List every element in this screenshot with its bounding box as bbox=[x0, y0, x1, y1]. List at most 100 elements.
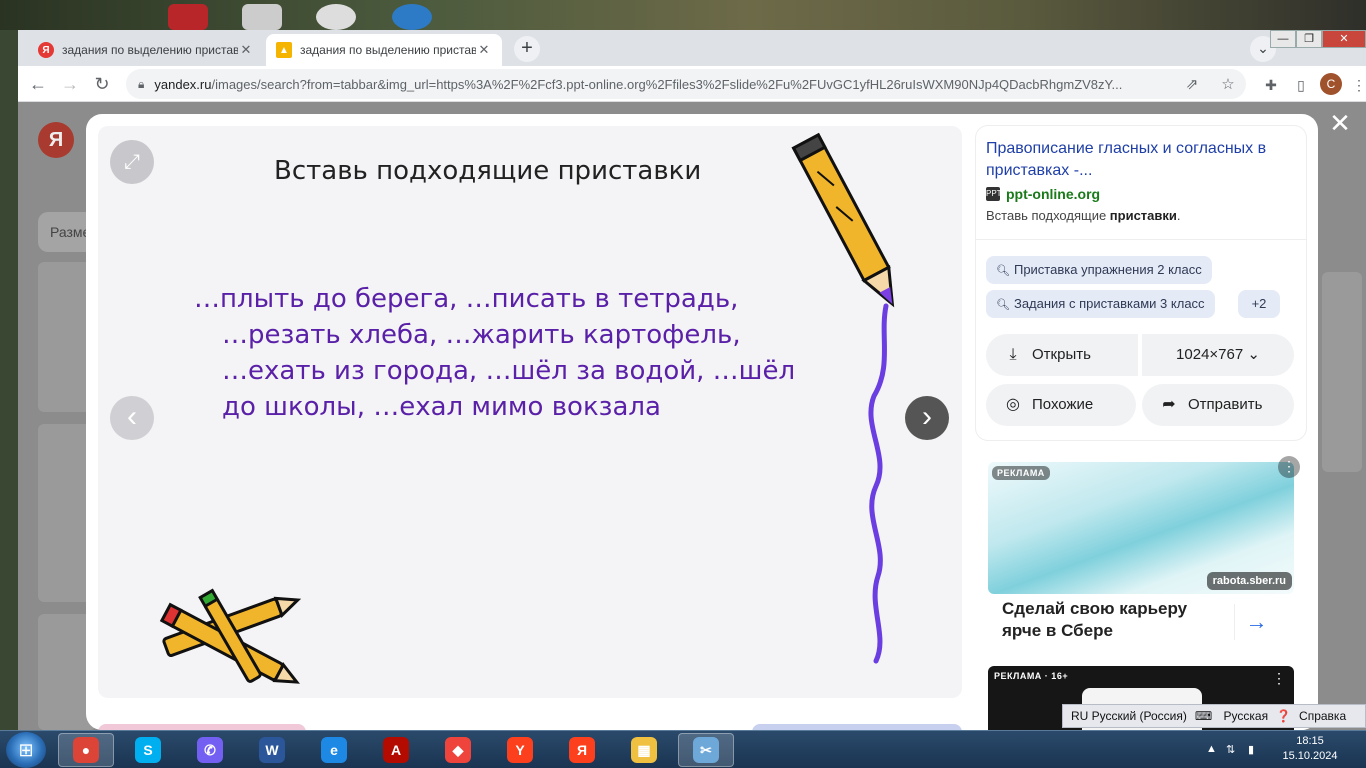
snipping-tool-icon: ✂ bbox=[693, 737, 719, 763]
arrow-right-icon[interactable]: → bbox=[1234, 604, 1278, 640]
input-language[interactable]: RU Русский (Россия) bbox=[1071, 709, 1187, 723]
related-query-chip[interactable]: 🔍︎ Приставка упражнения 2 класс bbox=[986, 256, 1212, 284]
window-close-button[interactable]: ✕ bbox=[1322, 30, 1366, 48]
advertisement-card[interactable]: РЕКЛАМА rabota.sber.ru ⋮ Сделай свою кар… bbox=[976, 452, 1306, 660]
yandex-logo[interactable]: Я bbox=[38, 122, 74, 158]
side-panel-icon[interactable]: ▯ bbox=[1290, 74, 1312, 96]
clock-date: 15.10.2024 bbox=[1282, 750, 1338, 762]
menu-kebab-icon[interactable]: ⋮ bbox=[1348, 74, 1366, 96]
taskbar-yandex-browser[interactable]: Y bbox=[492, 733, 548, 767]
taskbar-anydesk[interactable]: ◆ bbox=[430, 733, 486, 767]
taskbar-yandex[interactable]: Я bbox=[554, 733, 610, 767]
more-chips-button[interactable]: +2 bbox=[1238, 290, 1280, 318]
clock[interactable]: 18:15 15.10.2024 bbox=[1280, 734, 1340, 764]
minimize-button[interactable]: — bbox=[1270, 30, 1296, 48]
desc-text: Вставь подходящие bbox=[986, 208, 1110, 223]
ad-image[interactable]: РЕКЛАМА rabota.sber.ru bbox=[988, 462, 1294, 594]
clock-time: 18:15 bbox=[1296, 735, 1324, 747]
result-thumbnail[interactable] bbox=[1322, 272, 1362, 472]
previous-image-arrow-icon[interactable]: ‹ bbox=[110, 396, 154, 440]
restore-button[interactable]: ❐ bbox=[1296, 30, 1322, 48]
new-tab-button[interactable]: + bbox=[514, 36, 540, 62]
image-favicon-icon: ▲ bbox=[276, 42, 292, 58]
open-image-button[interactable]: ⤓ Открыть bbox=[986, 334, 1138, 376]
image-viewer[interactable]: ⤢ Вставь подходящие приставки …плыть до … bbox=[98, 126, 962, 698]
ad-domain[interactable]: rabota.sber.ru bbox=[1206, 572, 1292, 590]
window-controls: — ❐ ✕ bbox=[1270, 30, 1366, 50]
lock-icon[interactable]: 🔒︎ bbox=[138, 77, 144, 92]
slide-line: до школы, …ехал мимо вокзала bbox=[222, 392, 661, 422]
help-label: Справка bbox=[1299, 709, 1347, 723]
tab-yandex-search[interactable]: Я задания по выделению пристав ✕ bbox=[28, 34, 264, 66]
taskbar-explorer[interactable]: ▦ bbox=[616, 733, 672, 767]
reload-icon[interactable]: ↻ bbox=[88, 70, 116, 98]
language-bar: RU Русский (Россия) ⌨ Русская ❓ Справка bbox=[1062, 704, 1366, 728]
keyboard-layout[interactable]: ⌨ Русская bbox=[1195, 709, 1268, 723]
desktop-icon[interactable] bbox=[392, 4, 432, 30]
image-size-dropdown[interactable]: 1024×767 ⌄ bbox=[1142, 334, 1294, 376]
tab-bar: Я задания по выделению пристав ✕ ▲ задан… bbox=[18, 30, 1366, 66]
desktop-icon[interactable] bbox=[168, 4, 208, 30]
similar-images-button[interactable]: ◎ Похожие bbox=[986, 384, 1136, 426]
address-bar[interactable]: 🔒︎ yandex.ru/images/search?from=tabbar&i… bbox=[126, 69, 1246, 99]
ppt-file-icon: PPT bbox=[986, 187, 1002, 201]
close-tab-icon[interactable]: ✕ bbox=[238, 42, 254, 58]
next-image-arrow-icon[interactable]: › bbox=[905, 396, 949, 440]
slide-line: …резать хлеба, …жарить картофель, bbox=[222, 320, 741, 350]
search-icon: 🔍︎ bbox=[996, 265, 1010, 277]
desktop-icon[interactable] bbox=[242, 4, 282, 30]
taskbar-acrobat[interactable]: A bbox=[368, 733, 424, 767]
thumbnail-strip bbox=[98, 710, 962, 730]
share-button[interactable]: ➦ Отправить bbox=[1142, 384, 1294, 426]
tab-images-active[interactable]: ▲ задания по выделению пристав ✕ bbox=[266, 34, 502, 66]
signal-icon[interactable]: ▮ bbox=[1248, 743, 1254, 756]
extensions-puzzle-icon[interactable]: ✚ bbox=[1260, 74, 1282, 96]
windows-taskbar: ⊞ ● S ✆ We A ◆ Y Я ▦ ✂ ▲ ⇅ ▮ 18:15 15.10.2024 bbox=[0, 730, 1366, 768]
divider bbox=[976, 239, 1306, 240]
image-info-panel: Правописание гласных и согласных в прист… bbox=[976, 126, 1306, 440]
taskbar-skype[interactable]: S bbox=[120, 733, 176, 767]
more-options-icon[interactable]: ⋮ bbox=[1278, 456, 1300, 478]
yandex-icon: Я bbox=[569, 737, 595, 763]
expand-icon[interactable]: ⤢ bbox=[110, 140, 154, 184]
network-icon[interactable]: ⇅ bbox=[1226, 743, 1235, 756]
bookmark-star-icon[interactable]: ☆ bbox=[1210, 75, 1246, 93]
taskbar-viber[interactable]: ✆ bbox=[182, 733, 238, 767]
share-page-icon[interactable]: ⇗ bbox=[1174, 75, 1210, 93]
taskbar-snipping-tool[interactable]: ✂ bbox=[678, 733, 734, 767]
help-button[interactable]: ❓ Справка bbox=[1276, 709, 1346, 723]
close-viewer-icon[interactable]: ✕ bbox=[1326, 110, 1354, 138]
desktop-icon[interactable] bbox=[316, 4, 356, 30]
taskbar-chrome[interactable]: ● bbox=[58, 733, 114, 767]
slide-line: …плыть до берега, …писать в тетрадь, bbox=[194, 284, 739, 314]
lens-icon: ◎ bbox=[1006, 396, 1020, 413]
url-text[interactable]: yandex.ru/images/search?from=tabbar&img_… bbox=[154, 77, 1174, 92]
similar-label: Похожие bbox=[1032, 396, 1094, 413]
ie-icon: e bbox=[321, 737, 347, 763]
crossed-pencils-illustration bbox=[159, 588, 302, 684]
taskbar-ie[interactable]: e bbox=[306, 733, 362, 767]
open-label: Открыть bbox=[1032, 346, 1091, 363]
start-button[interactable]: ⊞ bbox=[6, 732, 46, 768]
close-tab-icon[interactable]: ✕ bbox=[476, 42, 492, 58]
chip-label: Задания с приставками 3 класс bbox=[1013, 296, 1205, 311]
keyboard-label: Русская bbox=[1223, 709, 1269, 723]
slide-line: …ехать из города, …шёл за водой, …шёл bbox=[222, 356, 796, 386]
browser-toolbar: ← → ↻ 🔒︎ yandex.ru/images/search?from=ta… bbox=[18, 66, 1366, 102]
word-icon: W bbox=[259, 737, 285, 763]
source-site[interactable]: PPT ppt-online.org bbox=[986, 186, 1100, 202]
pencil-illustration bbox=[791, 132, 895, 664]
source-title-link[interactable]: Правописание гласных и согласных в прист… bbox=[986, 138, 1286, 182]
related-query-chip[interactable]: 🔍︎ Задания с приставками 3 класс bbox=[986, 290, 1215, 318]
taskbar-word[interactable]: W bbox=[244, 733, 300, 767]
ad-headline[interactable]: Сделай свою карьеру ярче в Сбере bbox=[1002, 598, 1222, 642]
acrobat-icon: A bbox=[383, 737, 409, 763]
back-arrow-icon[interactable]: ← bbox=[24, 70, 52, 98]
forward-arrow-icon[interactable]: → bbox=[56, 70, 84, 98]
desc-suffix: . bbox=[1176, 208, 1181, 223]
tray-expand-icon[interactable]: ▲ bbox=[1206, 743, 1217, 755]
more-options-icon[interactable]: ⋮ bbox=[1272, 670, 1286, 687]
profile-avatar[interactable]: C bbox=[1320, 73, 1342, 95]
explorer-icon: ▦ bbox=[631, 737, 657, 763]
viber-icon: ✆ bbox=[197, 737, 223, 763]
